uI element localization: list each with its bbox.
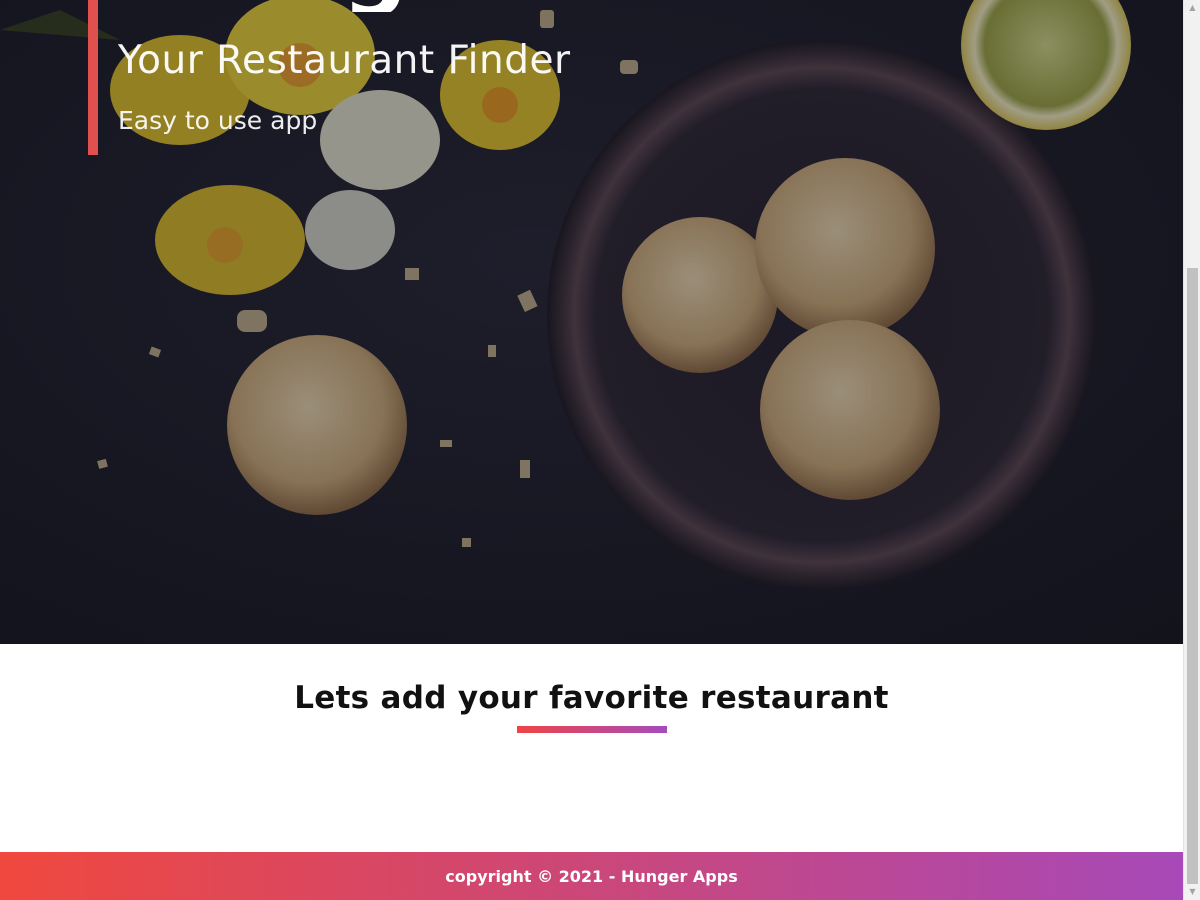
favorites-section: Lets add your favorite restaurant bbox=[0, 644, 1183, 852]
copyright-text: copyright © 2021 - Hunger Apps bbox=[445, 866, 738, 886]
triangle-down-icon[interactable]: ▼ bbox=[1187, 886, 1198, 898]
scrollbar-thumb[interactable] bbox=[1187, 268, 1198, 884]
hero-tagline: Your Restaurant Finder bbox=[118, 38, 571, 83]
hero-image bbox=[0, 0, 1183, 644]
hero-subtitle: Easy to use app bbox=[118, 106, 318, 135]
hero-text-block: Hunger App Your Restaurant Finder Easy t… bbox=[88, 0, 570, 155]
title-underline bbox=[517, 726, 667, 733]
hero-brand-title: Hunger App bbox=[128, 0, 548, 12]
hero-section: Hunger App Your Restaurant Finder Easy t… bbox=[0, 0, 1183, 644]
footer: copyright © 2021 - Hunger Apps bbox=[0, 852, 1183, 900]
triangle-up-icon[interactable]: ▲ bbox=[1187, 2, 1198, 14]
favorites-title: Lets add your favorite restaurant bbox=[294, 680, 889, 716]
page-scrollbar[interactable]: ▲ ▼ bbox=[1183, 0, 1200, 900]
